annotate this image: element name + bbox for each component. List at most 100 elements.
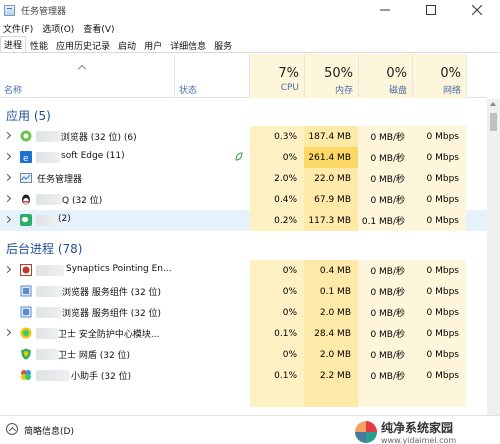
title-bar: 任务管理器 (0, 0, 500, 20)
memory-value: 117.3 MB (304, 210, 358, 231)
column-memory[interactable]: 50% 内存 (305, 54, 358, 98)
cpu-value: 0.3% (250, 126, 304, 147)
process-name: soft Edge (11) (61, 151, 125, 161)
process-row[interactable]: Synaptics Pointing En... 0% 0.4 MB 0 MB/… (0, 260, 487, 281)
column-header: 名称 状态 7% CPU 50% 内存 0% 磁盘 0% 网络 (0, 54, 487, 98)
scroll-up-arrow-icon[interactable] (490, 102, 496, 106)
column-cpu[interactable]: 7% CPU (250, 54, 304, 98)
process-row[interactable]: 浏览器 服务组件 (32 位) 0% 0.1 MB 0 MB/秒 0 Mbps (0, 281, 487, 302)
cpu-value: 0% (250, 344, 304, 365)
process-row[interactable]: 任务管理器 2.0% 22.0 MB 0 MB/秒 0 Mbps (0, 168, 487, 189)
expand-chevron-icon[interactable] (3, 173, 12, 182)
process-name: 小助手 (32 位) (71, 372, 132, 382)
process-row[interactable]: 卫士 网盾 (32 位) 0% 2.0 MB 0 MB/秒 0 Mbps (0, 344, 487, 365)
process-name: 任务管理器 (37, 175, 83, 185)
maximize-button[interactable] (408, 0, 454, 20)
disk-value: 0 MB/秒 (358, 126, 412, 147)
process-row[interactable]: 小助手 (32 位) 0.1% 2.2 MB 0 MB/秒 0 Mbps (0, 365, 487, 386)
process-row[interactable]: 浏览器 服务组件 (32 位) 0% 2.0 MB 0 MB/秒 0 Mbps (0, 302, 487, 323)
expand-chevron-icon[interactable] (3, 194, 12, 203)
disk-value: 0 MB/秒 (358, 147, 412, 168)
memory-value: 2.2 MB (304, 365, 358, 386)
vertical-scrollbar[interactable] (487, 99, 500, 415)
cpu-value: 0.2% (250, 210, 304, 231)
process-name: 卫士 网盾 (32 位) (58, 351, 131, 361)
cpu-total: 7% (278, 66, 299, 81)
tab-processes[interactable]: 进程 (0, 36, 27, 52)
scroll-thumb[interactable] (490, 113, 497, 131)
memory-value: 0.1 MB (304, 281, 358, 302)
tab-services[interactable]: 服务 (210, 37, 236, 52)
column-status[interactable]: 状态 (179, 83, 197, 96)
menu-options[interactable]: 选项(O) (39, 22, 77, 35)
expand-chevron-icon[interactable] (3, 215, 12, 224)
assistant-icon (21, 370, 31, 380)
cpu-value: 0% (250, 260, 304, 281)
process-row[interactable]: (2) 0.2% 117.3 MB 0.1 MB/秒 0 Mbps (0, 210, 487, 231)
cpu-value: 0.4% (250, 189, 304, 210)
collapse-up-icon[interactable] (6, 423, 18, 435)
network-label: 网络 (442, 86, 461, 96)
network-value: 0 Mbps (412, 168, 466, 189)
memory-value: 261.4 MB (304, 147, 358, 168)
process-name: 浏览器 (32 位) (6) (58, 133, 137, 143)
expand-chevron-icon[interactable] (3, 131, 12, 140)
menu-file[interactable]: 文件(F) (0, 22, 36, 35)
memory-value: 0.4 MB (304, 260, 358, 281)
disk-value: 0 MB/秒 (358, 189, 412, 210)
disk-value: 0 MB/秒 (358, 260, 412, 281)
disk-value: 0 MB/秒 (358, 302, 412, 323)
disk-total: 0% (386, 66, 407, 81)
minimize-icon (380, 9, 390, 11)
watermark-name: 纯净系统家园 (381, 421, 454, 435)
process-name: 卫士 安全防护中心模块... (58, 330, 160, 340)
footer-bar: 简略信息(D) 纯净系统家园 www.yidaimei.com (0, 415, 500, 444)
tab-app-history[interactable]: 应用历史记录 (52, 37, 114, 52)
disk-value: 0 MB/秒 (358, 168, 412, 189)
column-network[interactable]: 0% 网络 (413, 54, 466, 98)
browser-service-icon (20, 306, 32, 318)
menu-view[interactable]: 查看(V) (80, 22, 117, 35)
network-value: 0 Mbps (412, 323, 466, 344)
process-list: 应用 (5) 浏览器 (32 位) (6) 0.3% 187.4 MB 0 MB… (0, 99, 487, 415)
column-name[interactable]: 名称 (4, 83, 22, 96)
process-row[interactable]: 卫士 安全防护中心模块... 0.1% 28.4 MB 0 MB/秒 0 Mbp… (0, 323, 487, 344)
disk-value: 0 MB/秒 (358, 323, 412, 344)
watermark-url: www.yidaimei.com (381, 436, 457, 444)
column-disk[interactable]: 0% 磁盘 (359, 54, 412, 98)
process-row[interactable]: e soft Edge (11) 0% 261.4 MB 0 MB/秒 0 Mb… (0, 147, 487, 168)
tab-startup[interactable]: 启动 (114, 37, 140, 52)
expand-chevron-icon[interactable] (3, 152, 12, 161)
disk-label: 磁盘 (388, 86, 407, 96)
network-value: 0 Mbps (412, 147, 466, 168)
expand-chevron-icon[interactable] (3, 265, 12, 274)
efficiency-leaf-icon (235, 151, 243, 162)
network-value: 0 Mbps (412, 365, 466, 386)
close-button[interactable] (454, 0, 500, 20)
sort-up-icon[interactable] (77, 64, 87, 74)
memory-value: 2.0 MB (304, 344, 358, 365)
disk-value: 0 MB/秒 (358, 281, 412, 302)
expand-chevron-icon[interactable] (3, 328, 12, 337)
process-row[interactable]: Q (32 位) 0.4% 67.9 MB 0 MB/秒 0 Mbps (0, 189, 487, 210)
process-name: Synaptics Pointing En... (66, 264, 172, 274)
tab-users[interactable]: 用户 (140, 37, 166, 52)
fewer-details-link[interactable]: 简略信息(D) (24, 424, 74, 437)
network-value: 0 Mbps (412, 210, 466, 231)
tab-details[interactable]: 详细信息 (166, 37, 210, 52)
task-manager-app-icon (4, 4, 15, 16)
tab-bar: 进程 性能 应用历史记录 启动 用户 详细信息 服务 (0, 36, 500, 53)
network-total: 0% (440, 66, 461, 81)
tab-performance[interactable]: 性能 (26, 37, 52, 52)
process-name: 浏览器 服务组件 (32 位) (62, 288, 162, 298)
watermark: 纯净系统家园 www.yidaimei.com (355, 419, 456, 444)
cpu-label: CPU (280, 83, 299, 93)
minimize-button[interactable] (362, 0, 408, 20)
qq-icon (22, 194, 30, 205)
process-row-partial[interactable] (0, 386, 487, 407)
group-apps-title: 应用 (5) (6, 109, 51, 123)
process-row[interactable]: 浏览器 (32 位) (6) 0.3% 187.4 MB 0 MB/秒 0 Mb… (0, 126, 487, 147)
cpu-value: 0% (250, 281, 304, 302)
memory-value: 22.0 MB (304, 168, 358, 189)
group-background-title: 后台进程 (78) (6, 242, 83, 256)
